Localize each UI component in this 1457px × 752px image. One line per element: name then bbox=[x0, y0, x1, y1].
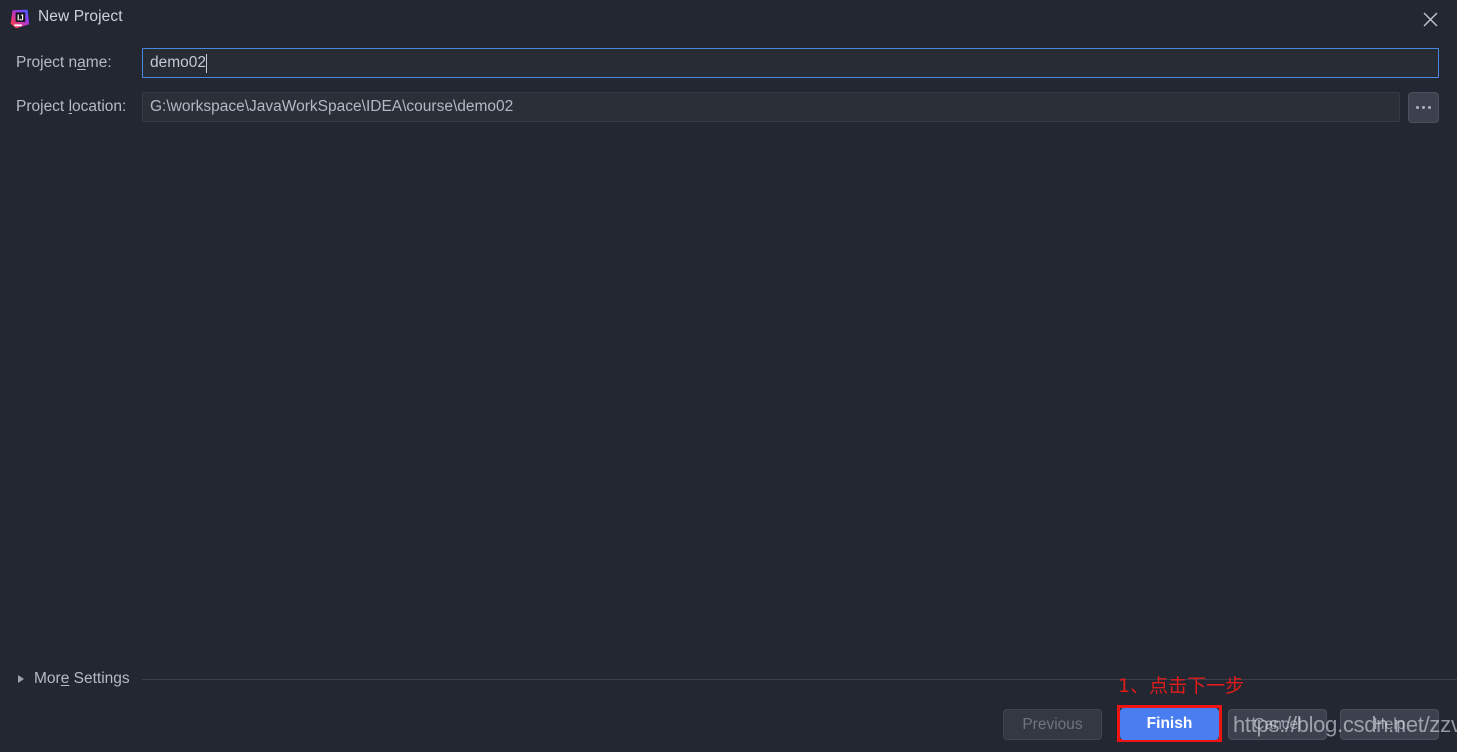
project-location-value: G:\workspace\JavaWorkSpace\IDEA\course\d… bbox=[150, 98, 514, 115]
watermark-text: https://blog.csdn.net/zzvar bbox=[1233, 712, 1457, 737]
project-location-label: Project location: bbox=[16, 98, 127, 115]
text-caret bbox=[206, 53, 208, 73]
finish-button[interactable]: Finish bbox=[1120, 708, 1219, 740]
more-settings-label: More Settings bbox=[34, 670, 130, 687]
browse-location-button[interactable] bbox=[1408, 92, 1439, 123]
project-name-label-mnemonic: a bbox=[77, 54, 86, 71]
triangle-right-icon bbox=[18, 675, 24, 683]
project-name-input[interactable]: demo02 bbox=[142, 48, 1439, 78]
ellipsis-icon-dot-1 bbox=[1416, 106, 1419, 109]
project-name-label: Project name: bbox=[16, 54, 112, 71]
close-button[interactable] bbox=[1403, 0, 1457, 38]
previous-button[interactable]: Previous bbox=[1003, 709, 1102, 740]
window-title: New Project bbox=[38, 8, 123, 25]
intellij-idea-logo-icon: IJ bbox=[10, 9, 30, 29]
project-location-input[interactable]: G:\workspace\JavaWorkSpace\IDEA\course\d… bbox=[142, 92, 1400, 122]
more-settings-divider bbox=[141, 678, 1457, 680]
ellipsis-icon-dot-3 bbox=[1428, 106, 1431, 109]
ellipsis-icon-dot-2 bbox=[1422, 106, 1425, 109]
title-bar: IJ New Project bbox=[0, 0, 1457, 38]
annotation-label: 1、点击下一步 bbox=[1118, 675, 1245, 697]
project-name-value: demo02 bbox=[150, 54, 207, 71]
close-icon bbox=[1423, 12, 1437, 26]
svg-text:IJ: IJ bbox=[17, 13, 24, 22]
